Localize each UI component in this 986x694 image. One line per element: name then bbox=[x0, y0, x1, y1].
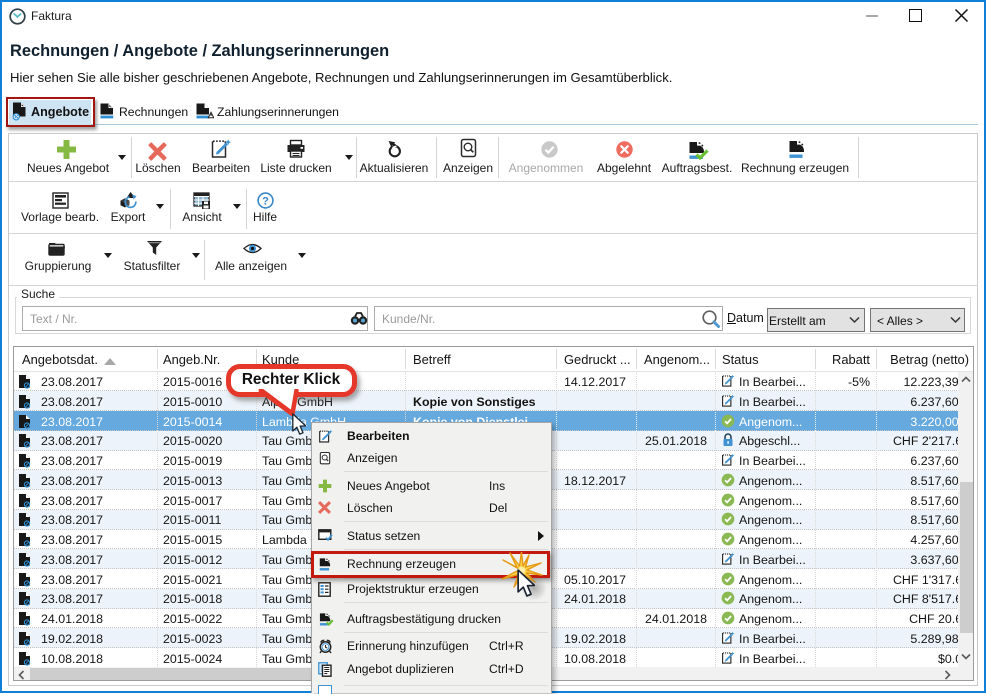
svg-text:?: ? bbox=[262, 195, 269, 207]
